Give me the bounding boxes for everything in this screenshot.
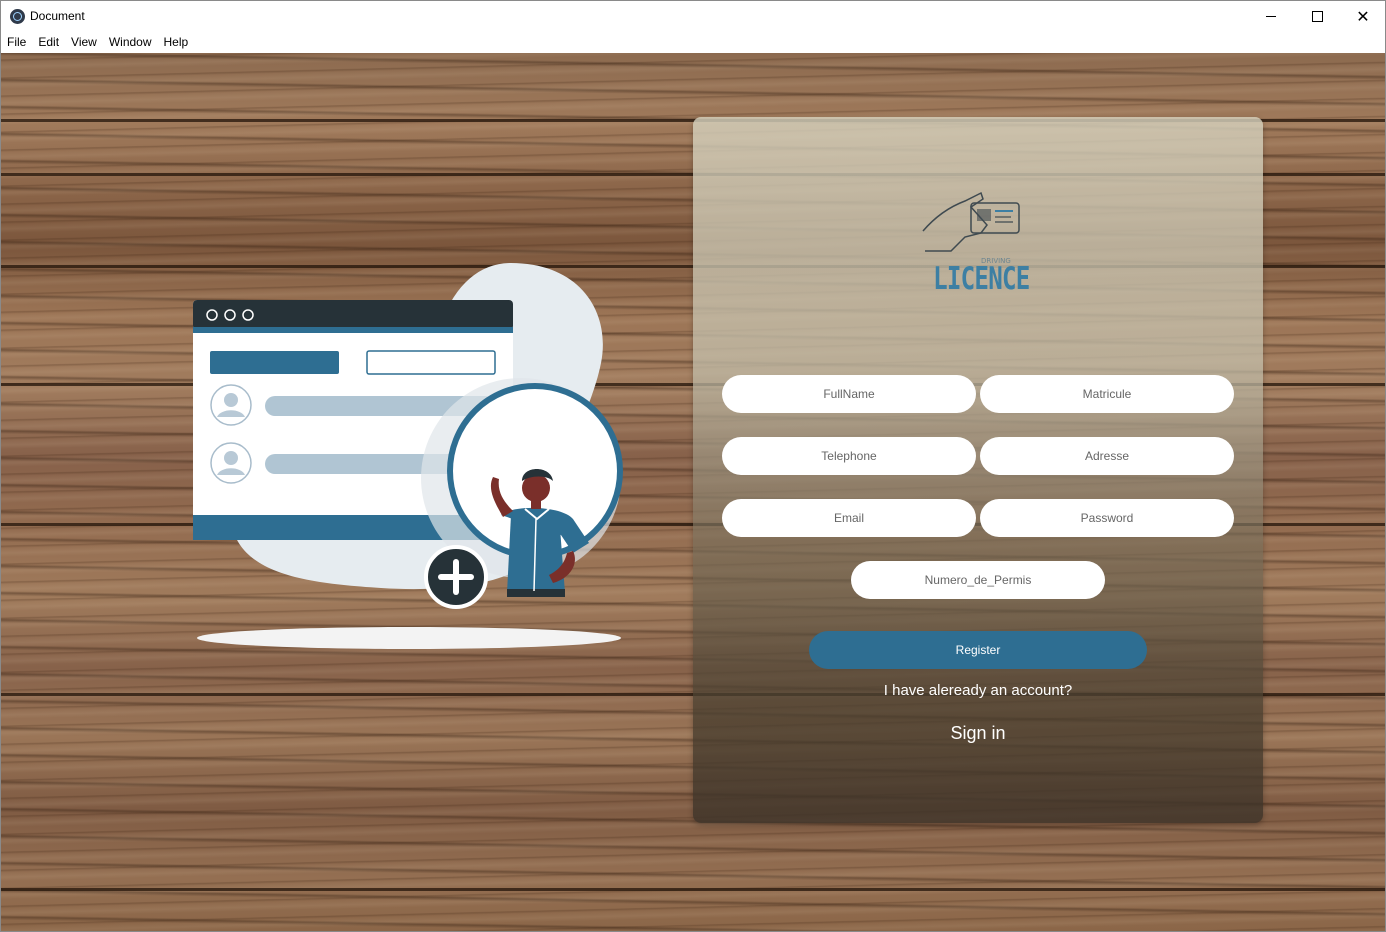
menu-view[interactable]: View xyxy=(65,32,103,52)
menu-edit[interactable]: Edit xyxy=(32,32,65,52)
close-button[interactable]: ✕ xyxy=(1340,1,1385,32)
title-bar[interactable]: Document ✕ xyxy=(1,1,1385,32)
telephone-input[interactable]: Telephone xyxy=(722,437,976,475)
close-icon: ✕ xyxy=(1356,6,1370,26)
maximize-icon xyxy=(1311,11,1323,22)
logo-title: LICENCE xyxy=(933,261,1030,297)
email-input[interactable]: Email xyxy=(722,499,976,537)
app-icon xyxy=(10,9,25,24)
menu-file[interactable]: File xyxy=(1,32,32,52)
licence-logo: DRIVING LICENCE xyxy=(921,187,1031,307)
menu-window[interactable]: Window xyxy=(103,32,158,52)
already-account-text: I have aleready an account? xyxy=(883,682,1073,699)
sign-in-link[interactable]: Sign in xyxy=(928,723,1028,744)
matricule-input[interactable]: Matricule xyxy=(980,375,1234,413)
id-card-hand-icon xyxy=(922,191,1020,252)
menu-help[interactable]: Help xyxy=(158,32,195,52)
menu-bar: File Edit View Window Help xyxy=(1,32,1385,52)
adresse-input[interactable]: Adresse xyxy=(980,437,1234,475)
wood-seam xyxy=(1,888,1385,891)
minimize-button[interactable] xyxy=(1248,1,1294,32)
register-button[interactable]: Register xyxy=(809,631,1147,669)
minimize-icon xyxy=(1266,16,1276,17)
numero-permis-input[interactable]: Numero_de_Permis xyxy=(851,561,1105,599)
register-panel: DRIVING LICENCE FullName Matricule Telep… xyxy=(693,117,1263,823)
password-input[interactable]: Password xyxy=(980,499,1234,537)
maximize-button[interactable] xyxy=(1294,1,1340,32)
register-illustration xyxy=(193,263,623,649)
fullname-input[interactable]: FullName xyxy=(722,375,976,413)
window-title: Document xyxy=(30,9,85,23)
main-content: DRIVING LICENCE FullName Matricule Telep… xyxy=(1,53,1385,931)
app-window: Document ✕ File Edit View Window Help DR… xyxy=(0,0,1386,932)
